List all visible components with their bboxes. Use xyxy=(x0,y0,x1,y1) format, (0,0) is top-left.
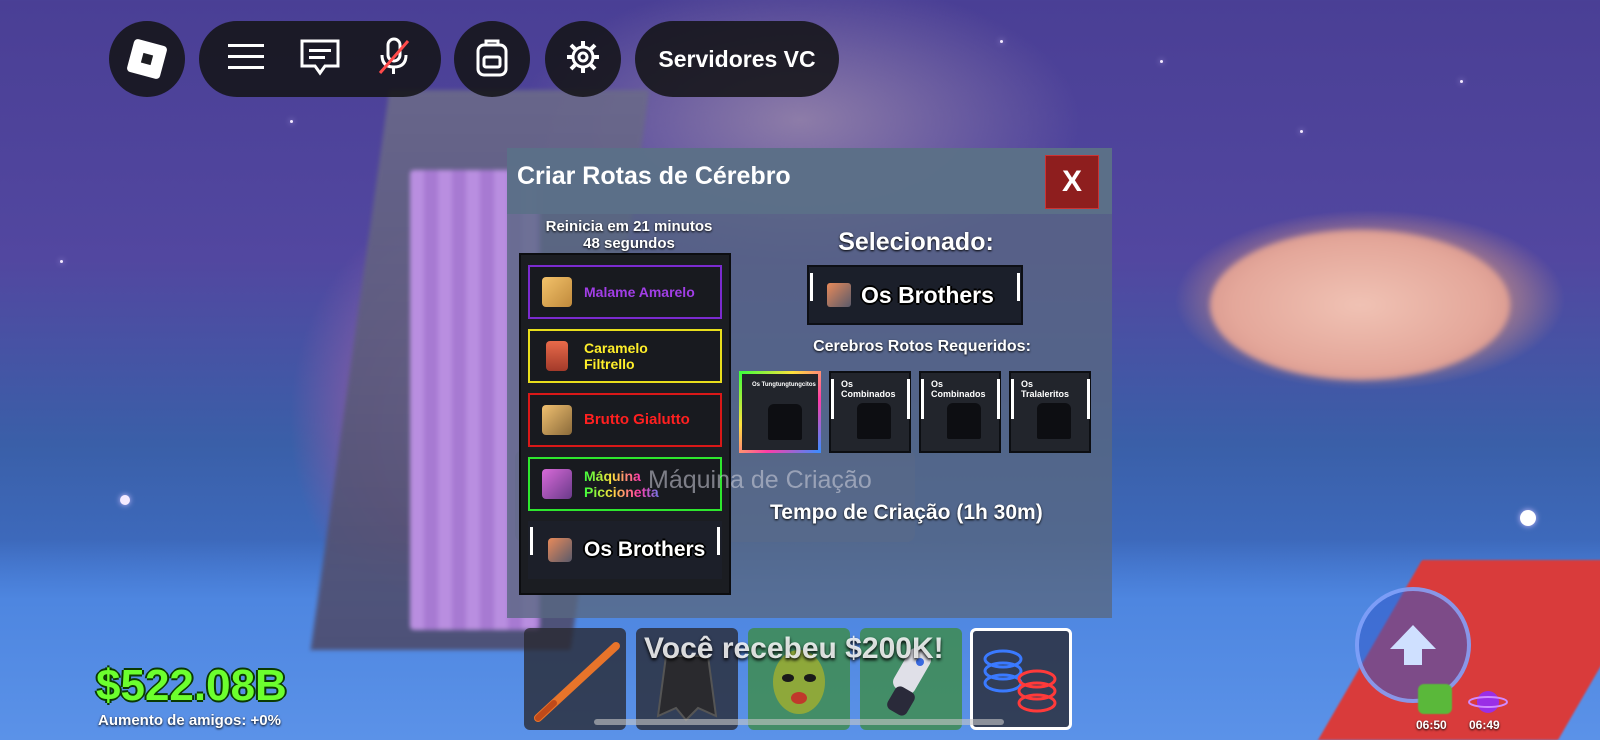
hotbar-slot-bat[interactable] xyxy=(524,628,626,730)
recipe-name: Os Brothers xyxy=(584,538,706,561)
required-brainrot-name: Os Combinados xyxy=(841,379,896,399)
backpack-button[interactable] xyxy=(454,21,530,97)
bat-icon xyxy=(534,642,620,722)
brainrot-thumbnail xyxy=(542,277,572,307)
slot-bar xyxy=(1087,379,1090,419)
reset-timer-line: 48 segundos xyxy=(583,235,675,252)
hotbar-slot-coil[interactable] xyxy=(970,628,1072,730)
silhouette xyxy=(857,403,891,439)
craft-panel: Criar Rotas de Cérebro X Reinicia em 21 … xyxy=(507,148,1112,618)
gear-icon xyxy=(566,40,600,78)
settings-button[interactable] xyxy=(545,21,621,97)
slot-bar xyxy=(907,379,910,419)
star xyxy=(1520,510,1536,526)
recipe-name: Malame Amarelo xyxy=(584,284,695,300)
selection-bar xyxy=(717,527,720,555)
star xyxy=(120,495,130,505)
brainrot-thumbnail xyxy=(542,405,572,435)
silhouette xyxy=(1037,403,1071,439)
star xyxy=(1300,130,1303,133)
reward-toast: Você recebeu $200K! xyxy=(644,632,944,665)
jump-button[interactable] xyxy=(1355,587,1471,703)
star xyxy=(290,120,293,123)
hamburger-menu-icon[interactable] xyxy=(228,42,265,76)
mic-muted-icon[interactable] xyxy=(376,37,412,81)
recipe-name: Brutto Gialutto xyxy=(584,411,690,428)
brainrot-thumbnail xyxy=(827,283,851,307)
required-brainrot-name: Os Combinados xyxy=(931,379,986,399)
chat-icon[interactable] xyxy=(299,38,341,80)
selected-heading: Selecionado: xyxy=(838,228,994,256)
star xyxy=(1460,80,1463,83)
required-brainrot-name: Os Tungtungtungcitos xyxy=(752,382,816,388)
star xyxy=(60,260,63,263)
slot-bar xyxy=(997,379,1000,419)
brainrot-thumbnail xyxy=(548,538,572,562)
backpack-icon xyxy=(475,37,509,81)
required-brainrot-name: Os Tralaleritos xyxy=(1021,379,1070,399)
lucky-block-icon[interactable] xyxy=(1418,684,1452,714)
vc-servers-button[interactable]: Servidores VC xyxy=(635,21,839,97)
panel-header: Criar Rotas de Cérebro X xyxy=(507,148,1112,214)
slot-bar xyxy=(1011,379,1014,419)
required-brainrot-slot[interactable]: Os Tungtungtungcitos xyxy=(739,371,821,453)
required-brainrot-slot[interactable]: Os Combinados xyxy=(919,371,1001,453)
selection-bar xyxy=(530,527,533,555)
slot-bar xyxy=(921,379,924,419)
background-planet xyxy=(1210,230,1510,380)
roblox-menu-button[interactable] xyxy=(109,21,185,97)
close-button[interactable]: X xyxy=(1045,155,1099,209)
panel-title: Criar Rotas de Cérebro xyxy=(517,162,791,190)
brainrot-thumbnail xyxy=(546,341,568,371)
selected-name: Os Brothers xyxy=(861,281,994,308)
recipe-item[interactable]: Caramelo Filtrello xyxy=(528,329,722,383)
hotbar-scrollbar[interactable] xyxy=(594,719,1004,725)
craft-time: Tempo de Criação (1h 30m) xyxy=(770,501,1043,524)
arrow-up-icon xyxy=(1390,625,1436,665)
money-counter: $522.08B xyxy=(96,661,287,710)
slot-bar xyxy=(831,379,834,419)
roblox-logo-icon xyxy=(126,38,168,80)
recipe-list[interactable]: Malame Amarelo Caramelo Filtrello Brutto… xyxy=(519,253,731,595)
required-brainrot-slot[interactable]: Os Tralaleritos xyxy=(1009,371,1091,453)
reset-timer: Reinicia em 21 minutos 48 segundos xyxy=(519,218,739,252)
selection-bar xyxy=(810,273,813,301)
recipe-name: Caramelo Filtrello xyxy=(584,340,648,372)
silhouette xyxy=(768,404,802,440)
world-prompt-label: Máquina de Criação xyxy=(648,466,872,494)
topbar-group xyxy=(199,21,441,97)
planet-icon[interactable] xyxy=(1468,688,1508,716)
boost-timer: 06:50 xyxy=(1416,718,1447,732)
recipe-item-selected[interactable]: Os Brothers xyxy=(528,521,722,579)
boost-timer: 06:49 xyxy=(1469,718,1500,732)
reset-timer-line: Reinicia em 21 minutos xyxy=(545,218,713,235)
recipe-item[interactable]: Malame Amarelo xyxy=(528,265,722,319)
friend-boost: Aumento de amigos: +0% xyxy=(98,712,281,729)
brainrot-thumbnail xyxy=(542,469,572,499)
speed-coil-icon xyxy=(983,649,1057,713)
silhouette xyxy=(947,403,981,439)
recipe-item[interactable]: Brutto Gialutto xyxy=(528,393,722,447)
selected-item: Os Brothers xyxy=(807,265,1023,325)
required-heading: Cerebros Rotos Requeridos: xyxy=(813,338,1031,355)
required-brainrot-slot[interactable]: Os Combinados xyxy=(829,371,911,453)
star xyxy=(1000,40,1003,43)
star xyxy=(1160,60,1163,63)
selection-bar xyxy=(1017,273,1020,301)
